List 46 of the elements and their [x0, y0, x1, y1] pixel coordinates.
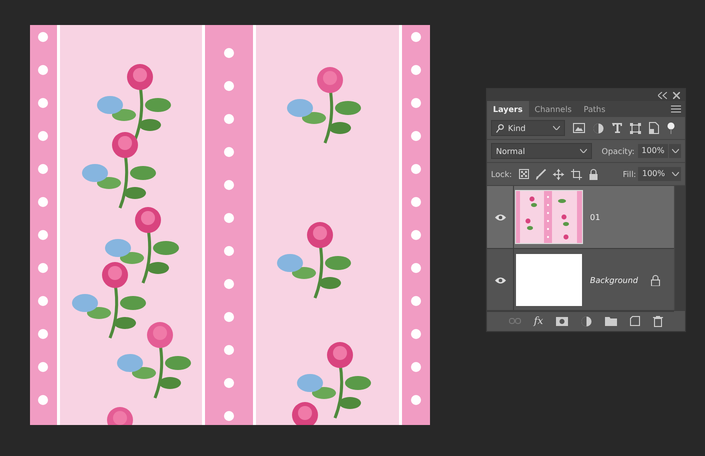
layer-thumbnail — [516, 191, 582, 243]
folder-icon[interactable] — [605, 316, 618, 326]
lock-icon[interactable] — [588, 168, 598, 180]
panel-tab[interactable]: Layers — [487, 101, 529, 117]
search-icon — [496, 124, 504, 132]
image-filter-icon[interactable] — [573, 123, 585, 133]
caret-icon — [672, 172, 678, 176]
eye-icon[interactable] — [494, 276, 506, 284]
caret-icon — [553, 126, 560, 130]
menu-icon[interactable] — [671, 105, 681, 113]
lock-label: Lock: — [491, 170, 512, 178]
new-layer-icon[interactable] — [630, 316, 640, 326]
layer-row[interactable]: Background — [487, 249, 674, 312]
opacity-field[interactable]: 100% — [638, 144, 668, 158]
blend-mode-dropdown[interactable]: Normal — [491, 143, 592, 159]
move-icon[interactable] — [552, 168, 564, 180]
collapse-icon[interactable] — [658, 92, 667, 98]
fill-field[interactable]: 100% — [638, 167, 669, 181]
crop-icon[interactable] — [570, 168, 582, 180]
layer-thumbnail — [516, 254, 582, 306]
fill-dropdown-button[interactable] — [669, 167, 681, 181]
panel-tab[interactable]: Paths — [578, 101, 612, 117]
fx-button[interactable]: fx — [534, 316, 544, 326]
layer-row[interactable]: 01 — [487, 186, 674, 249]
mask-icon[interactable] — [556, 316, 568, 326]
adjustment-filter-icon[interactable] — [593, 122, 604, 134]
close-icon[interactable] — [673, 92, 680, 98]
opacity-label: Opacity: — [602, 146, 635, 156]
filter-dropdown[interactable]: Kind — [491, 120, 565, 136]
fill-label: Fill: — [622, 170, 636, 178]
panel-tab[interactable]: Channels — [528, 101, 578, 117]
trash-icon[interactable] — [653, 316, 664, 326]
shape-filter-icon[interactable] — [630, 122, 641, 134]
checkerboard-icon[interactable] — [518, 169, 529, 179]
brush-icon[interactable] — [536, 168, 546, 180]
adjustment-icon[interactable] — [581, 316, 592, 326]
filter-toggle-icon[interactable] — [667, 122, 675, 134]
opacity-dropdown-button[interactable] — [669, 144, 681, 158]
layer-name: 01 — [590, 212, 600, 222]
smart-object-filter-icon[interactable] — [649, 122, 659, 134]
caret-icon — [580, 149, 587, 153]
eye-icon[interactable] — [494, 214, 506, 220]
scrollbar[interactable] — [674, 186, 685, 310]
caret-icon — [672, 149, 679, 153]
type-filter-icon[interactable] — [612, 123, 622, 133]
layer-name: Background — [590, 276, 638, 284]
